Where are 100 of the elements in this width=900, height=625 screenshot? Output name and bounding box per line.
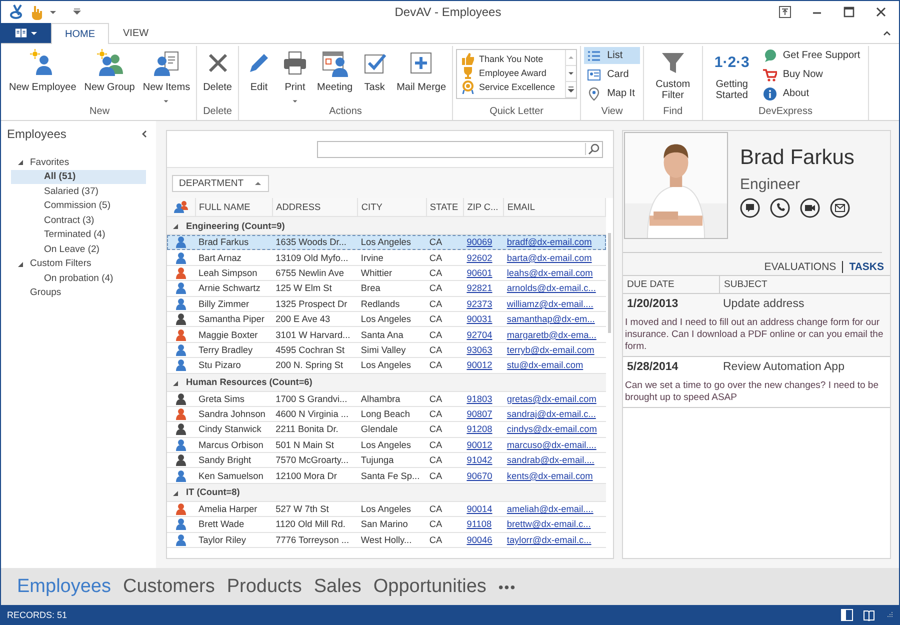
layout-icon[interactable] xyxy=(841,609,853,621)
column-header[interactable] xyxy=(167,198,196,216)
ribbon-button[interactable]: New Items xyxy=(140,46,194,106)
customize-caret-icon[interactable] xyxy=(73,8,81,16)
ribbon-button[interactable]: Edit xyxy=(242,46,276,106)
column-header[interactable]: CITY xyxy=(358,198,426,216)
table-row[interactable]: Amelia Harper 527 W 7th St Los Angeles CA 90014 ameliah@dx-email.... xyxy=(167,501,606,517)
collapse-panel-icon[interactable] xyxy=(140,130,148,138)
expand-icon[interactable] xyxy=(172,488,180,497)
ribbon-button[interactable]: Delete xyxy=(200,46,235,106)
group-row[interactable]: Human Resources (Count=6) xyxy=(167,373,606,392)
file-menu-button[interactable] xyxy=(1,23,51,43)
table-row[interactable]: Samantha Piper 200 E Ave 43 Los Angeles CA 90031 samanthap@dx-em... xyxy=(167,311,606,327)
tree-item[interactable]: On Leave (2) xyxy=(1,242,156,256)
chat-icon[interactable] xyxy=(740,198,760,218)
ribbon-small-button[interactable]: About xyxy=(760,85,866,102)
column-header[interactable]: DUE DATE xyxy=(623,276,720,293)
table-row[interactable]: Maggie Boxter 3101 W Harvard... Santa Ana CA 92704 margaretb@dx-ema... xyxy=(167,326,606,342)
zip-link[interactable]: 91208 xyxy=(466,424,492,434)
tree-item[interactable]: Commission (5) xyxy=(1,198,156,213)
email-link[interactable]: ameliah@dx-email.... xyxy=(506,504,594,514)
zip-link[interactable]: 90012 xyxy=(466,360,492,370)
email-link[interactable]: samanthap@dx-em... xyxy=(506,314,595,324)
email-link[interactable]: williamz@dx-email.... xyxy=(506,298,594,309)
group-by-chip[interactable]: DEPARTMENT xyxy=(172,174,269,192)
email-link[interactable]: marcuso@dx-email.... xyxy=(506,440,596,450)
navigation-item[interactable]: Sales xyxy=(308,576,368,598)
expand-icon[interactable] xyxy=(172,378,180,387)
ribbon-button[interactable]: Mail Merge xyxy=(394,46,450,106)
gallery-item[interactable]: Service Excellence xyxy=(461,80,562,94)
navigation-item[interactable]: Opportunities xyxy=(367,576,492,598)
tree-item[interactable]: Terminated (4) xyxy=(1,228,156,242)
email-link[interactable]: arnolds@dx-email.c... xyxy=(506,283,596,294)
table-row[interactable]: Stu Pizaro 200 N. Spring St Los Angeles CA 90012 stu@dx-email.com xyxy=(167,358,606,374)
email-link[interactable]: bradf@dx-email.com xyxy=(506,237,592,248)
email-link[interactable]: kents@dx-email.com xyxy=(506,470,593,481)
tree-item[interactable]: Salaried (37) xyxy=(1,184,156,198)
resize-grip-icon[interactable] xyxy=(885,611,893,619)
ribbon-tab[interactable]: VIEW xyxy=(109,23,163,43)
ribbon-small-button[interactable]: Map It xyxy=(584,85,640,102)
zip-link[interactable]: 92373 xyxy=(466,298,492,309)
table-row[interactable]: Ken Samuelson 12100 Mora Dr Santa Fe Sp... CA 90670 kents@dx-email.com xyxy=(167,468,606,484)
table-row[interactable]: Terry Bradley 4595 Cochran St Simi Valley CA 93063 terryb@dx-email.com xyxy=(167,342,606,358)
navigation-item[interactable]: Products xyxy=(220,576,308,598)
table-row[interactable]: Billy Zimmer 1325 Prospect Dr Redlands CA 92373 williamz@dx-email.... xyxy=(167,296,606,312)
ribbon-small-button[interactable]: Card xyxy=(584,66,640,83)
column-header[interactable]: STATE xyxy=(426,198,464,216)
video-camera-icon[interactable] xyxy=(800,198,820,218)
close-icon[interactable] xyxy=(875,6,887,18)
ribbon-options-icon[interactable] xyxy=(779,6,791,18)
table-row[interactable]: Leah Simpson 6755 Newlin Ave Whittier CA 90601 leahs@dx-email.com xyxy=(167,265,606,281)
email-link[interactable]: sandrab@dx-email.... xyxy=(506,455,594,466)
email-link[interactable]: leahs@dx-email.com xyxy=(506,268,593,278)
phone-icon[interactable] xyxy=(770,198,790,218)
zip-link[interactable]: 90014 xyxy=(466,504,492,514)
search-field[interactable] xyxy=(317,140,603,158)
table-row[interactable]: Greta Sims 1700 S Grandvi... Alhambra CA 91803 gretas@dx-email.com xyxy=(167,391,606,406)
column-header[interactable]: ADDRESS xyxy=(272,198,358,216)
ribbon-button[interactable]: Print xyxy=(278,46,312,106)
email-link[interactable]: sandraj@dx-email.c... xyxy=(506,409,596,420)
table-row[interactable]: Marcus Orbison 501 N Main St Los Angeles CA 90012 marcuso@dx-email.... xyxy=(167,437,606,453)
ribbon-button[interactable]: New Group xyxy=(81,46,138,106)
tree-item[interactable]: Contract (3) xyxy=(1,213,156,228)
ribbon-tab[interactable]: HOME xyxy=(51,23,109,44)
ribbon-button[interactable]: New Employee xyxy=(6,46,80,106)
email-link[interactable]: margaretb@dx-ema... xyxy=(506,330,596,340)
expand-icon[interactable] xyxy=(17,260,25,268)
ribbon-button[interactable]: Task xyxy=(358,46,392,106)
table-row[interactable]: Taylor Riley 7776 Torreyson ... West Holly... CA 90046 taylorr@dx-email.c... xyxy=(167,532,606,548)
table-row[interactable]: Brad Farkus 1635 Woods Dr... Los Angeles CA 90069 bradf@dx-email.com xyxy=(167,234,606,250)
email-link[interactable]: gretas@dx-email.com xyxy=(506,394,596,404)
tree-item[interactable]: All (51) xyxy=(11,170,146,184)
caret-icon[interactable] xyxy=(49,8,57,16)
details-tab[interactable]: EVALUATIONS xyxy=(758,261,842,273)
ribbon-small-button[interactable]: List xyxy=(584,47,640,64)
email-link[interactable]: brettw@dx-email.c... xyxy=(506,519,591,530)
column-header[interactable]: ZIP C... xyxy=(464,198,504,216)
ribbon-button[interactable]: Custom Filter xyxy=(646,46,699,106)
group-row[interactable]: IT (Count=8) xyxy=(167,483,606,502)
navigation-item[interactable]: Customers xyxy=(117,576,221,598)
zip-link[interactable]: 90012 xyxy=(466,440,492,450)
zip-link[interactable]: 91108 xyxy=(466,519,492,530)
table-row[interactable]: Sandy Bright 7570 McGroarty... Tujunga CA 91042 sandrab@dx-email.... xyxy=(167,452,606,468)
email-link[interactable]: stu@dx-email.com xyxy=(506,360,584,370)
collapse-ribbon-icon[interactable] xyxy=(883,29,891,37)
tree-item[interactable]: Custom Filters xyxy=(1,256,156,271)
zip-link[interactable]: 92704 xyxy=(466,330,492,340)
zip-link[interactable]: 90046 xyxy=(466,534,492,545)
app-logo-icon[interactable] xyxy=(9,4,25,20)
gallery-item[interactable]: Thank You Note xyxy=(461,52,562,66)
tree-item[interactable]: Groups xyxy=(1,286,156,300)
ribbon-button[interactable]: 1·2·3 Getting Started xyxy=(706,46,758,106)
email-link[interactable]: barta@dx-email.com xyxy=(506,252,592,263)
ribbon-button[interactable]: Meeting xyxy=(314,46,356,106)
table-row[interactable]: Brett Wade 1120 Old Mill Rd. San Marino CA 91108 brettw@dx-email.c... xyxy=(167,516,606,532)
zip-link[interactable]: 93063 xyxy=(466,344,492,355)
mail-icon[interactable] xyxy=(830,198,850,218)
zip-link[interactable]: 92602 xyxy=(466,252,492,263)
email-link[interactable]: terryb@dx-email.com xyxy=(506,344,594,355)
zip-link[interactable]: 91042 xyxy=(466,455,492,466)
